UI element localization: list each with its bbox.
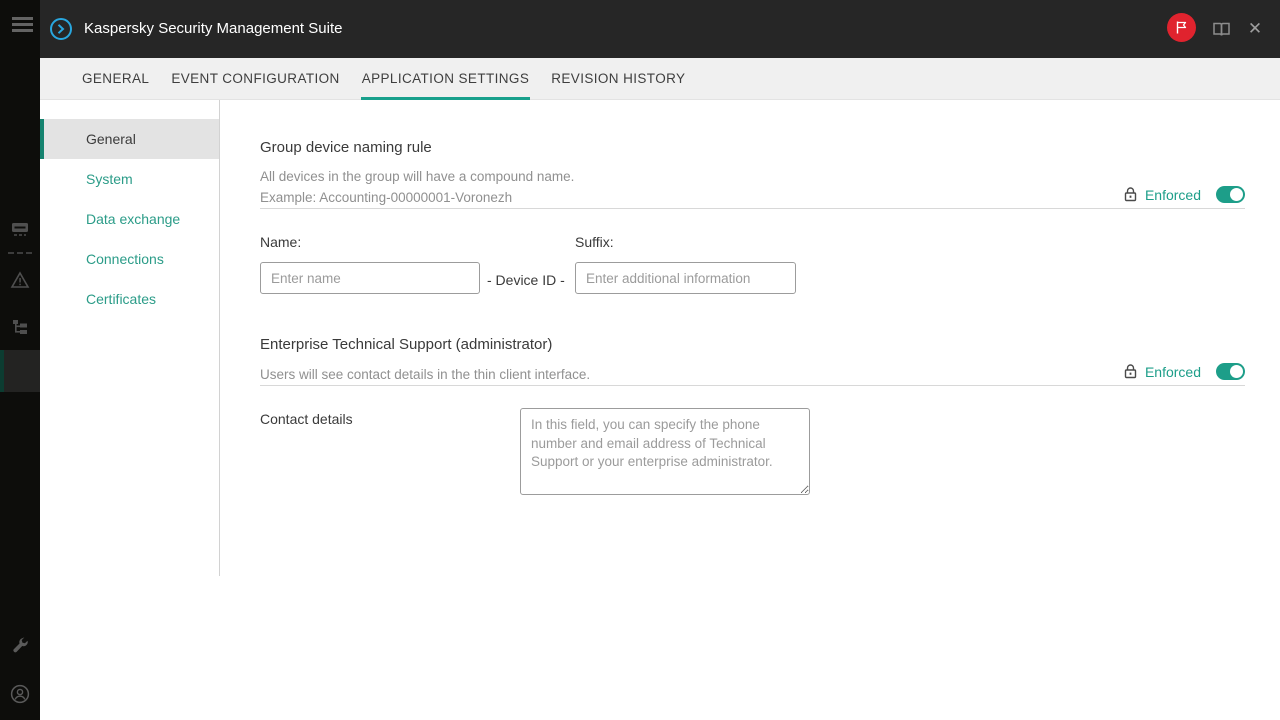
left-rail	[0, 0, 40, 720]
subnav-item-certificates[interactable]: Certificates	[40, 279, 220, 319]
window: Kaspersky Security Management Suite ✕ GE…	[0, 0, 1280, 720]
suffix-field-label: Suffix:	[575, 234, 614, 250]
support-section-title: Enterprise Technical Support (administra…	[260, 336, 552, 353]
name-field-label: Name:	[260, 234, 301, 250]
support-enforced-control: Enforced	[1124, 363, 1245, 380]
close-icon[interactable]: ✕	[1246, 19, 1264, 39]
naming-enforced-control: Enforced	[1124, 186, 1245, 203]
tab-general[interactable]: GENERAL	[81, 58, 150, 100]
suffix-input[interactable]	[575, 262, 796, 294]
warning-icon[interactable]	[0, 271, 40, 289]
section-divider	[260, 208, 1245, 209]
device-id-joiner: - Device ID -	[487, 272, 565, 288]
wrench-icon[interactable]	[0, 636, 40, 654]
settings-subnav: General System Data exchange Connections…	[40, 100, 220, 319]
contact-details-textarea[interactable]	[520, 408, 810, 495]
topbar: Kaspersky Security Management Suite ✕	[40, 0, 1280, 58]
contact-details-label: Contact details	[260, 411, 353, 427]
enforced-label: Enforced	[1145, 187, 1201, 203]
lock-icon	[1124, 364, 1137, 379]
naming-enforced-toggle[interactable]	[1216, 186, 1245, 203]
flag-notification-button[interactable]	[1167, 13, 1196, 42]
naming-desc-line1: All devices in the group will have a com…	[260, 169, 574, 184]
menu-icon[interactable]	[12, 17, 33, 32]
naming-desc-line2: Example: Accounting-00000001-Voronezh	[260, 190, 512, 205]
subnav-item-general[interactable]: General	[40, 119, 220, 159]
subnav-item-data-exchange[interactable]: Data exchange	[40, 199, 220, 239]
rail-divider	[8, 252, 32, 254]
hierarchy-icon[interactable]	[0, 318, 40, 336]
tab-application-settings[interactable]: APPLICATION SETTINGS	[361, 58, 531, 100]
lock-icon	[1124, 187, 1137, 202]
monitoring-icon[interactable]	[0, 221, 40, 239]
kaspersky-logo-icon	[50, 18, 72, 40]
naming-section-desc: All devices in the group will have a com…	[260, 166, 574, 208]
account-icon[interactable]	[0, 684, 40, 704]
tab-event-configuration[interactable]: EVENT CONFIGURATION	[170, 58, 340, 100]
rail-item-selected[interactable]	[0, 350, 40, 392]
naming-section-title: Group device naming rule	[260, 139, 432, 156]
main-panel: Group device naming rule All devices in …	[220, 100, 1280, 720]
app-title: Kaspersky Security Management Suite	[84, 0, 342, 58]
support-section-desc: Users will see contact details in the th…	[260, 364, 590, 385]
subnav-item-system[interactable]: System	[40, 159, 220, 199]
tabbar: GENERAL EVENT CONFIGURATION APPLICATION …	[40, 58, 1280, 100]
subnav-item-connections[interactable]: Connections	[40, 239, 220, 279]
tab-revision-history[interactable]: REVISION HISTORY	[550, 58, 686, 100]
name-input[interactable]	[260, 262, 480, 294]
support-enforced-toggle[interactable]	[1216, 363, 1245, 380]
enforced-label: Enforced	[1145, 364, 1201, 380]
section-divider	[260, 385, 1245, 386]
manual-book-icon[interactable]	[1211, 19, 1231, 39]
